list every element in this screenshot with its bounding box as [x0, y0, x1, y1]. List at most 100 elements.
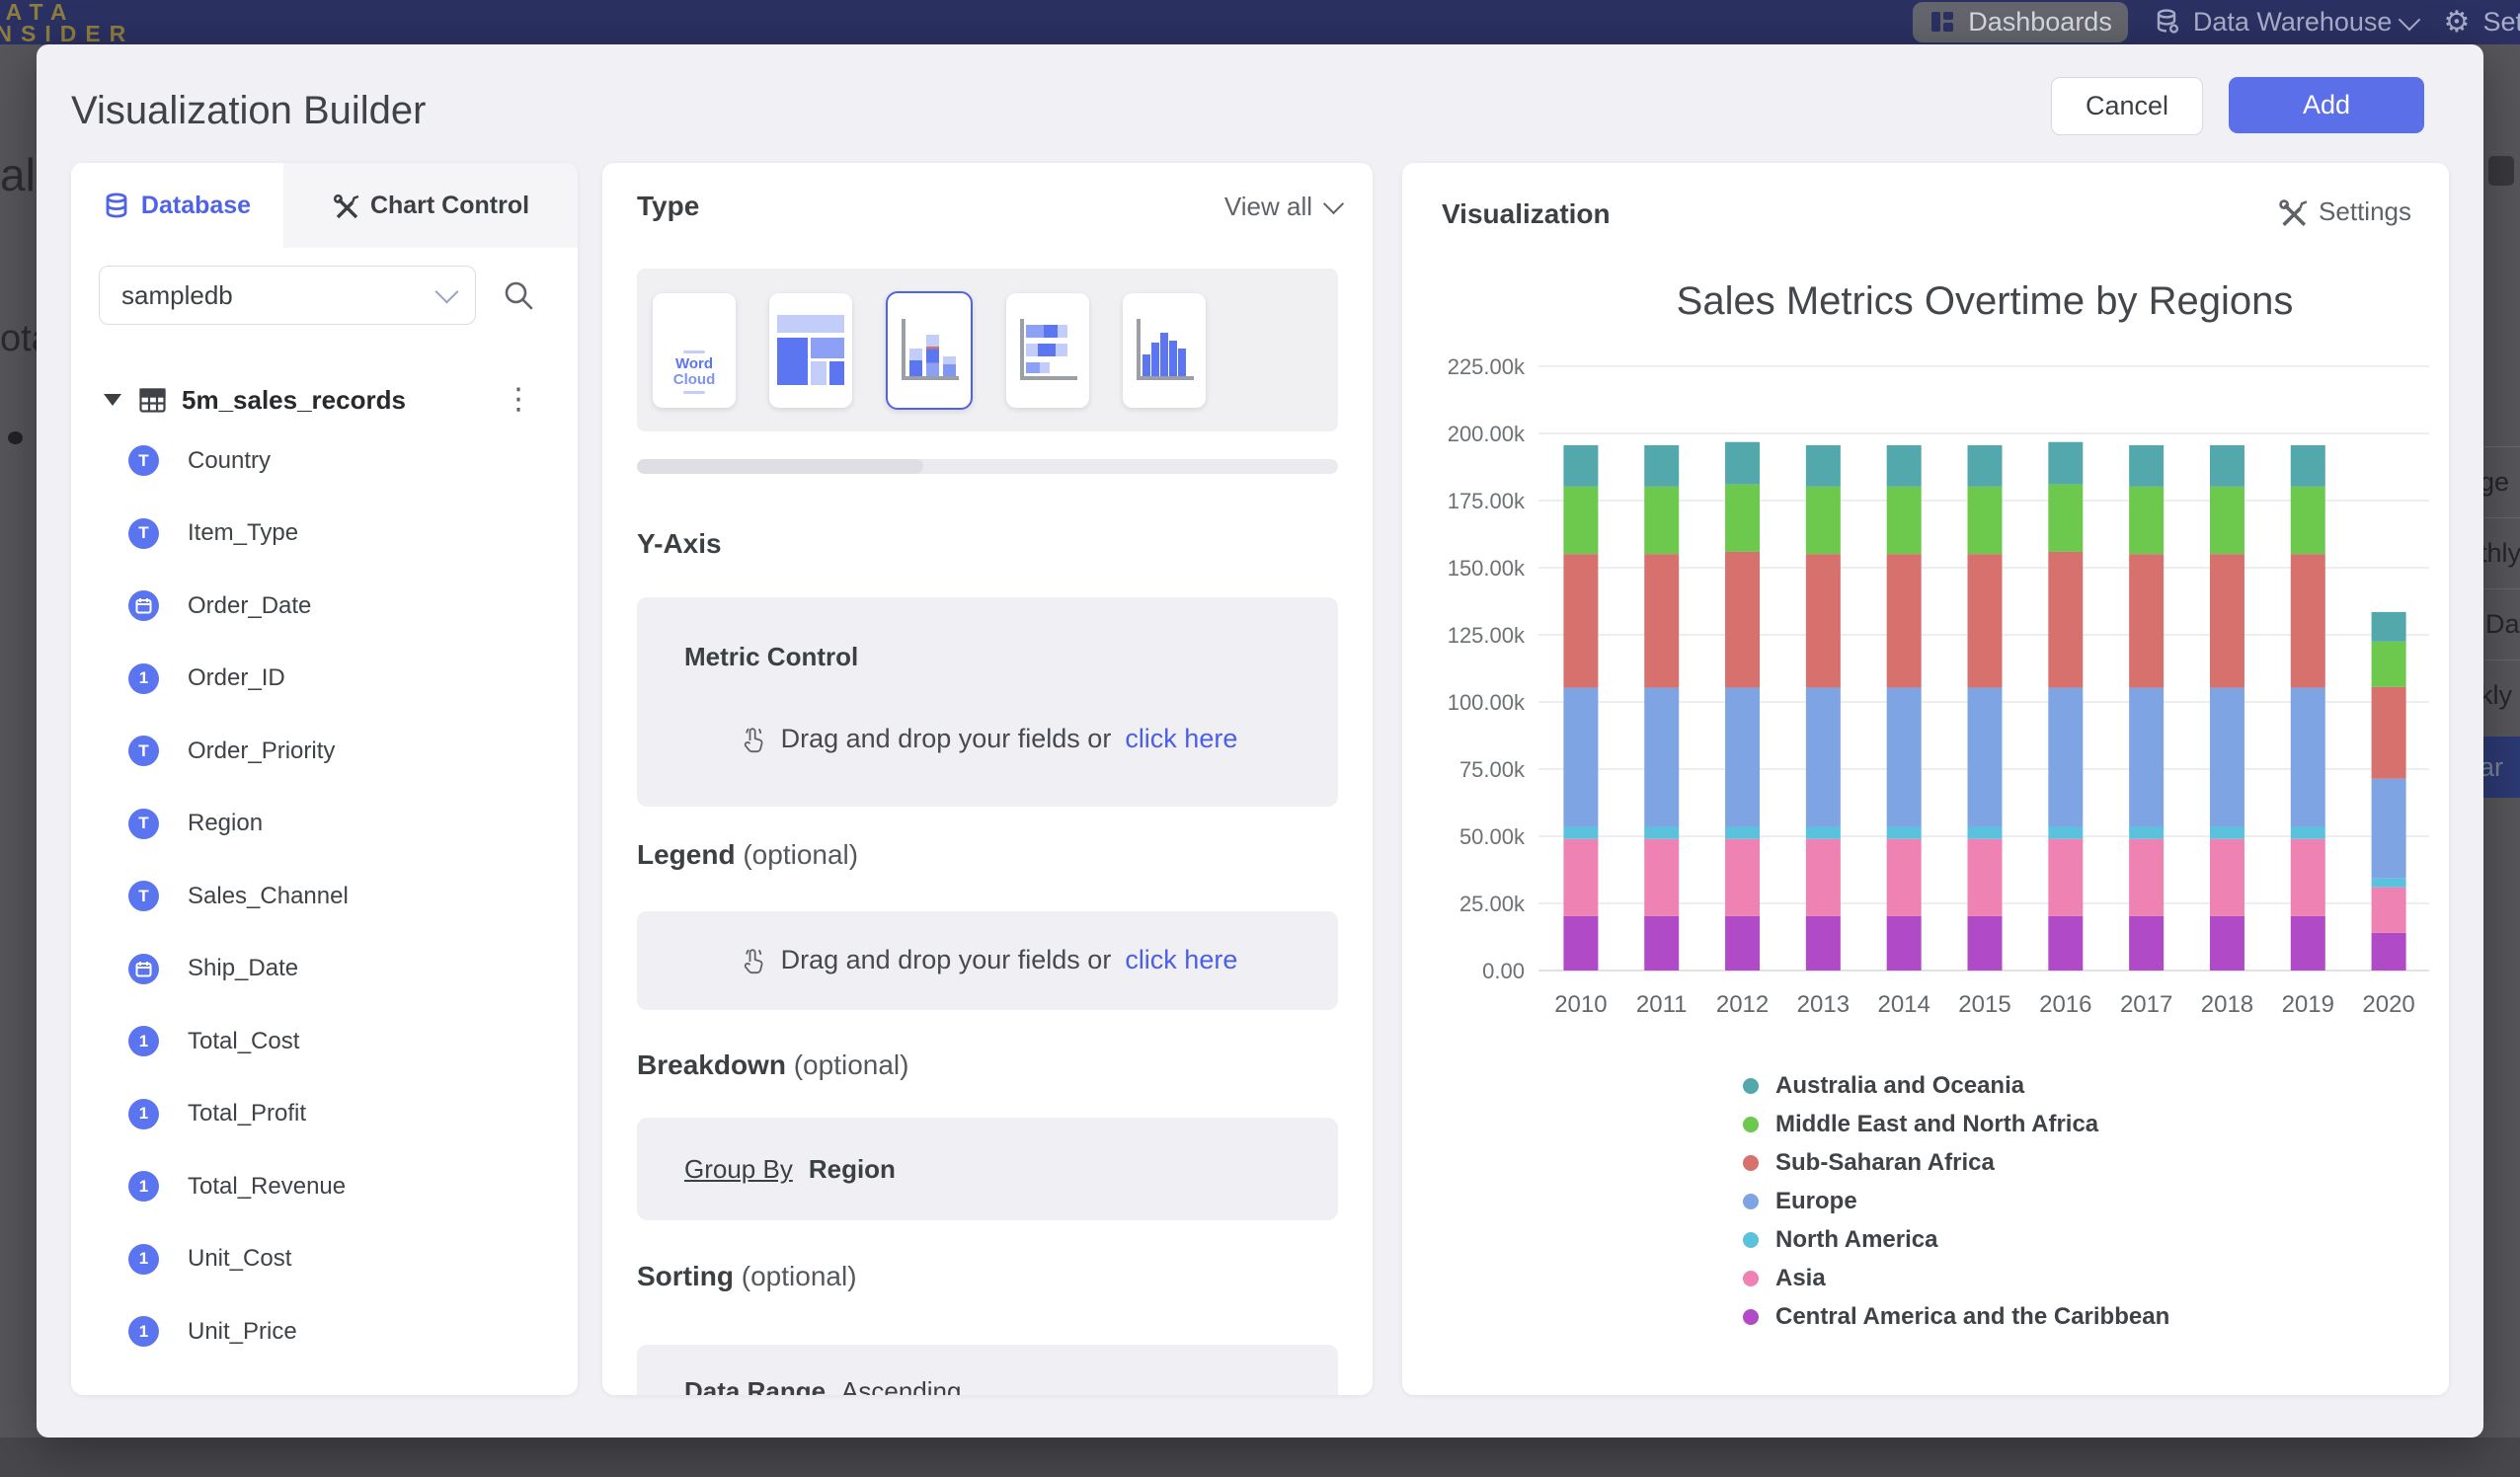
bar-segment[interactable] — [1887, 445, 1922, 487]
bar-segment[interactable] — [1806, 839, 1841, 916]
bar-segment[interactable] — [2372, 888, 2406, 933]
bar-segment[interactable] — [2291, 554, 2325, 687]
bar-segment[interactable] — [2210, 554, 2244, 687]
bar-segment[interactable] — [1725, 485, 1760, 552]
bar-segment[interactable] — [1563, 839, 1598, 916]
bar-segment[interactable] — [1968, 445, 2003, 487]
bar-segment[interactable] — [1563, 688, 1598, 827]
chart-type-word-cloud[interactable]: Word Cloud — [653, 293, 736, 408]
field-item[interactable]: TOrder_Priority — [71, 715, 578, 788]
bar-segment[interactable] — [2048, 485, 2083, 552]
field-item[interactable]: 1Total_Revenue — [71, 1150, 578, 1223]
bar-segment[interactable] — [1887, 839, 1922, 916]
bar-segment[interactable] — [1563, 445, 1598, 487]
bar-segment[interactable] — [1563, 916, 1598, 971]
bar-segment[interactable] — [2129, 554, 2164, 687]
bar-segment[interactable] — [1644, 554, 1679, 687]
bar-segment[interactable] — [2129, 839, 2164, 916]
bar-segment[interactable] — [1725, 826, 1760, 838]
bar-segment[interactable] — [2291, 826, 2325, 838]
bar-segment[interactable] — [1563, 826, 1598, 838]
field-item[interactable]: 1Total_Profit — [71, 1078, 578, 1151]
tab-chart-control[interactable]: Chart Control — [283, 163, 578, 248]
bar-segment[interactable] — [1806, 445, 1841, 487]
nav-item-settings[interactable]: Settings — [2443, 7, 2520, 38]
legend-item[interactable]: Middle East and North Africa — [1743, 1105, 2169, 1143]
bar-segment[interactable] — [1563, 487, 1598, 554]
bar-segment[interactable] — [2048, 688, 2083, 827]
bar-segment[interactable] — [1968, 916, 2003, 971]
bar-segment[interactable] — [1725, 552, 1760, 688]
bar-segment[interactable] — [2129, 688, 2164, 827]
legend-item[interactable]: Europe — [1743, 1182, 2169, 1220]
bar-segment[interactable] — [1725, 916, 1760, 971]
bar-segment[interactable] — [2372, 612, 2406, 642]
group-by-value[interactable]: Region — [809, 1154, 896, 1185]
bar-segment[interactable] — [1887, 826, 1922, 838]
bar-segment[interactable] — [2129, 826, 2164, 838]
legend-item[interactable]: Asia — [1743, 1259, 2169, 1297]
bar-segment[interactable] — [2210, 688, 2244, 827]
field-item[interactable]: 1Order_ID — [71, 643, 578, 716]
bar-segment[interactable] — [2129, 916, 2164, 971]
view-all-button[interactable]: View all — [1224, 192, 1341, 222]
field-item[interactable]: Ship_Date — [71, 933, 578, 1006]
legend-item[interactable]: Australia and Oceania — [1743, 1066, 2169, 1105]
legend-item[interactable]: Central America and the Caribbean — [1743, 1297, 2169, 1336]
type-scrollbar[interactable] — [637, 459, 1338, 474]
bar-segment[interactable] — [1644, 487, 1679, 554]
bar-segment[interactable] — [1644, 445, 1679, 487]
bar-segment[interactable] — [2210, 916, 2244, 971]
bar-segment[interactable] — [2291, 916, 2325, 971]
type-scrollbar-thumb[interactable] — [637, 459, 923, 474]
bar-segment[interactable] — [2372, 687, 2406, 779]
metric-control-dropzone[interactable]: Metric Control Drag and drop your fields… — [637, 597, 1338, 807]
bar-segment[interactable] — [2210, 445, 2244, 487]
bar-segment[interactable] — [2048, 826, 2083, 838]
legend-dropzone[interactable]: Drag and drop your fields or click here — [637, 911, 1338, 1010]
group-by-label[interactable]: Group By — [684, 1154, 793, 1185]
field-item[interactable]: 1Total_Cost — [71, 1005, 578, 1078]
bar-segment[interactable] — [1644, 839, 1679, 916]
table-row[interactable]: 5m_sales_records — [71, 372, 578, 428]
bar-segment[interactable] — [1887, 916, 1922, 971]
chart-type-column[interactable] — [1123, 293, 1206, 408]
bar-segment[interactable] — [2372, 779, 2406, 879]
bar-segment[interactable] — [1644, 916, 1679, 971]
bar-segment[interactable] — [2210, 826, 2244, 838]
bar-segment[interactable] — [2372, 642, 2406, 687]
legend-item[interactable]: North America — [1743, 1220, 2169, 1259]
bar-segment[interactable] — [1968, 487, 2003, 554]
bar-segment[interactable] — [1887, 688, 1922, 827]
bar-segment[interactable] — [1806, 916, 1841, 971]
bar-segment[interactable] — [2372, 933, 2406, 971]
collapse-arrow-icon[interactable] — [104, 394, 121, 406]
bar-segment[interactable] — [1644, 826, 1679, 838]
chart-type-stacked-bar[interactable] — [1006, 293, 1089, 408]
bar-segment[interactable] — [1644, 688, 1679, 827]
bar-segment[interactable] — [1887, 554, 1922, 687]
bar-segment[interactable] — [2048, 839, 2083, 916]
click-here-link[interactable]: click here — [1125, 945, 1237, 975]
chart-type-stacked-column[interactable] — [886, 291, 973, 410]
bar-segment[interactable] — [2372, 879, 2406, 888]
sorting-direction[interactable]: Ascending — [841, 1376, 961, 1395]
bar-segment[interactable] — [1968, 688, 2003, 827]
search-icon[interactable] — [502, 278, 535, 312]
breakdown-dropzone[interactable]: Group By Region — [637, 1118, 1338, 1220]
legend-item[interactable]: Sub-Saharan Africa — [1743, 1143, 2169, 1182]
bar-segment[interactable] — [1806, 826, 1841, 838]
field-item[interactable]: Order_Date — [71, 570, 578, 643]
bar-segment[interactable] — [2291, 487, 2325, 554]
bar-segment[interactable] — [1725, 442, 1760, 485]
bar-segment[interactable] — [1806, 688, 1841, 827]
bar-segment[interactable] — [1968, 554, 2003, 687]
field-item[interactable]: TSales_Channel — [71, 860, 578, 933]
bar-segment[interactable] — [2210, 487, 2244, 554]
field-item[interactable]: TCountry — [71, 425, 578, 498]
bar-segment[interactable] — [2210, 839, 2244, 916]
sorting-dropzone[interactable]: Data Range Ascending — [637, 1345, 1338, 1395]
field-item[interactable]: TRegion — [71, 788, 578, 861]
bar-segment[interactable] — [2129, 487, 2164, 554]
bar-segment[interactable] — [1887, 487, 1922, 554]
